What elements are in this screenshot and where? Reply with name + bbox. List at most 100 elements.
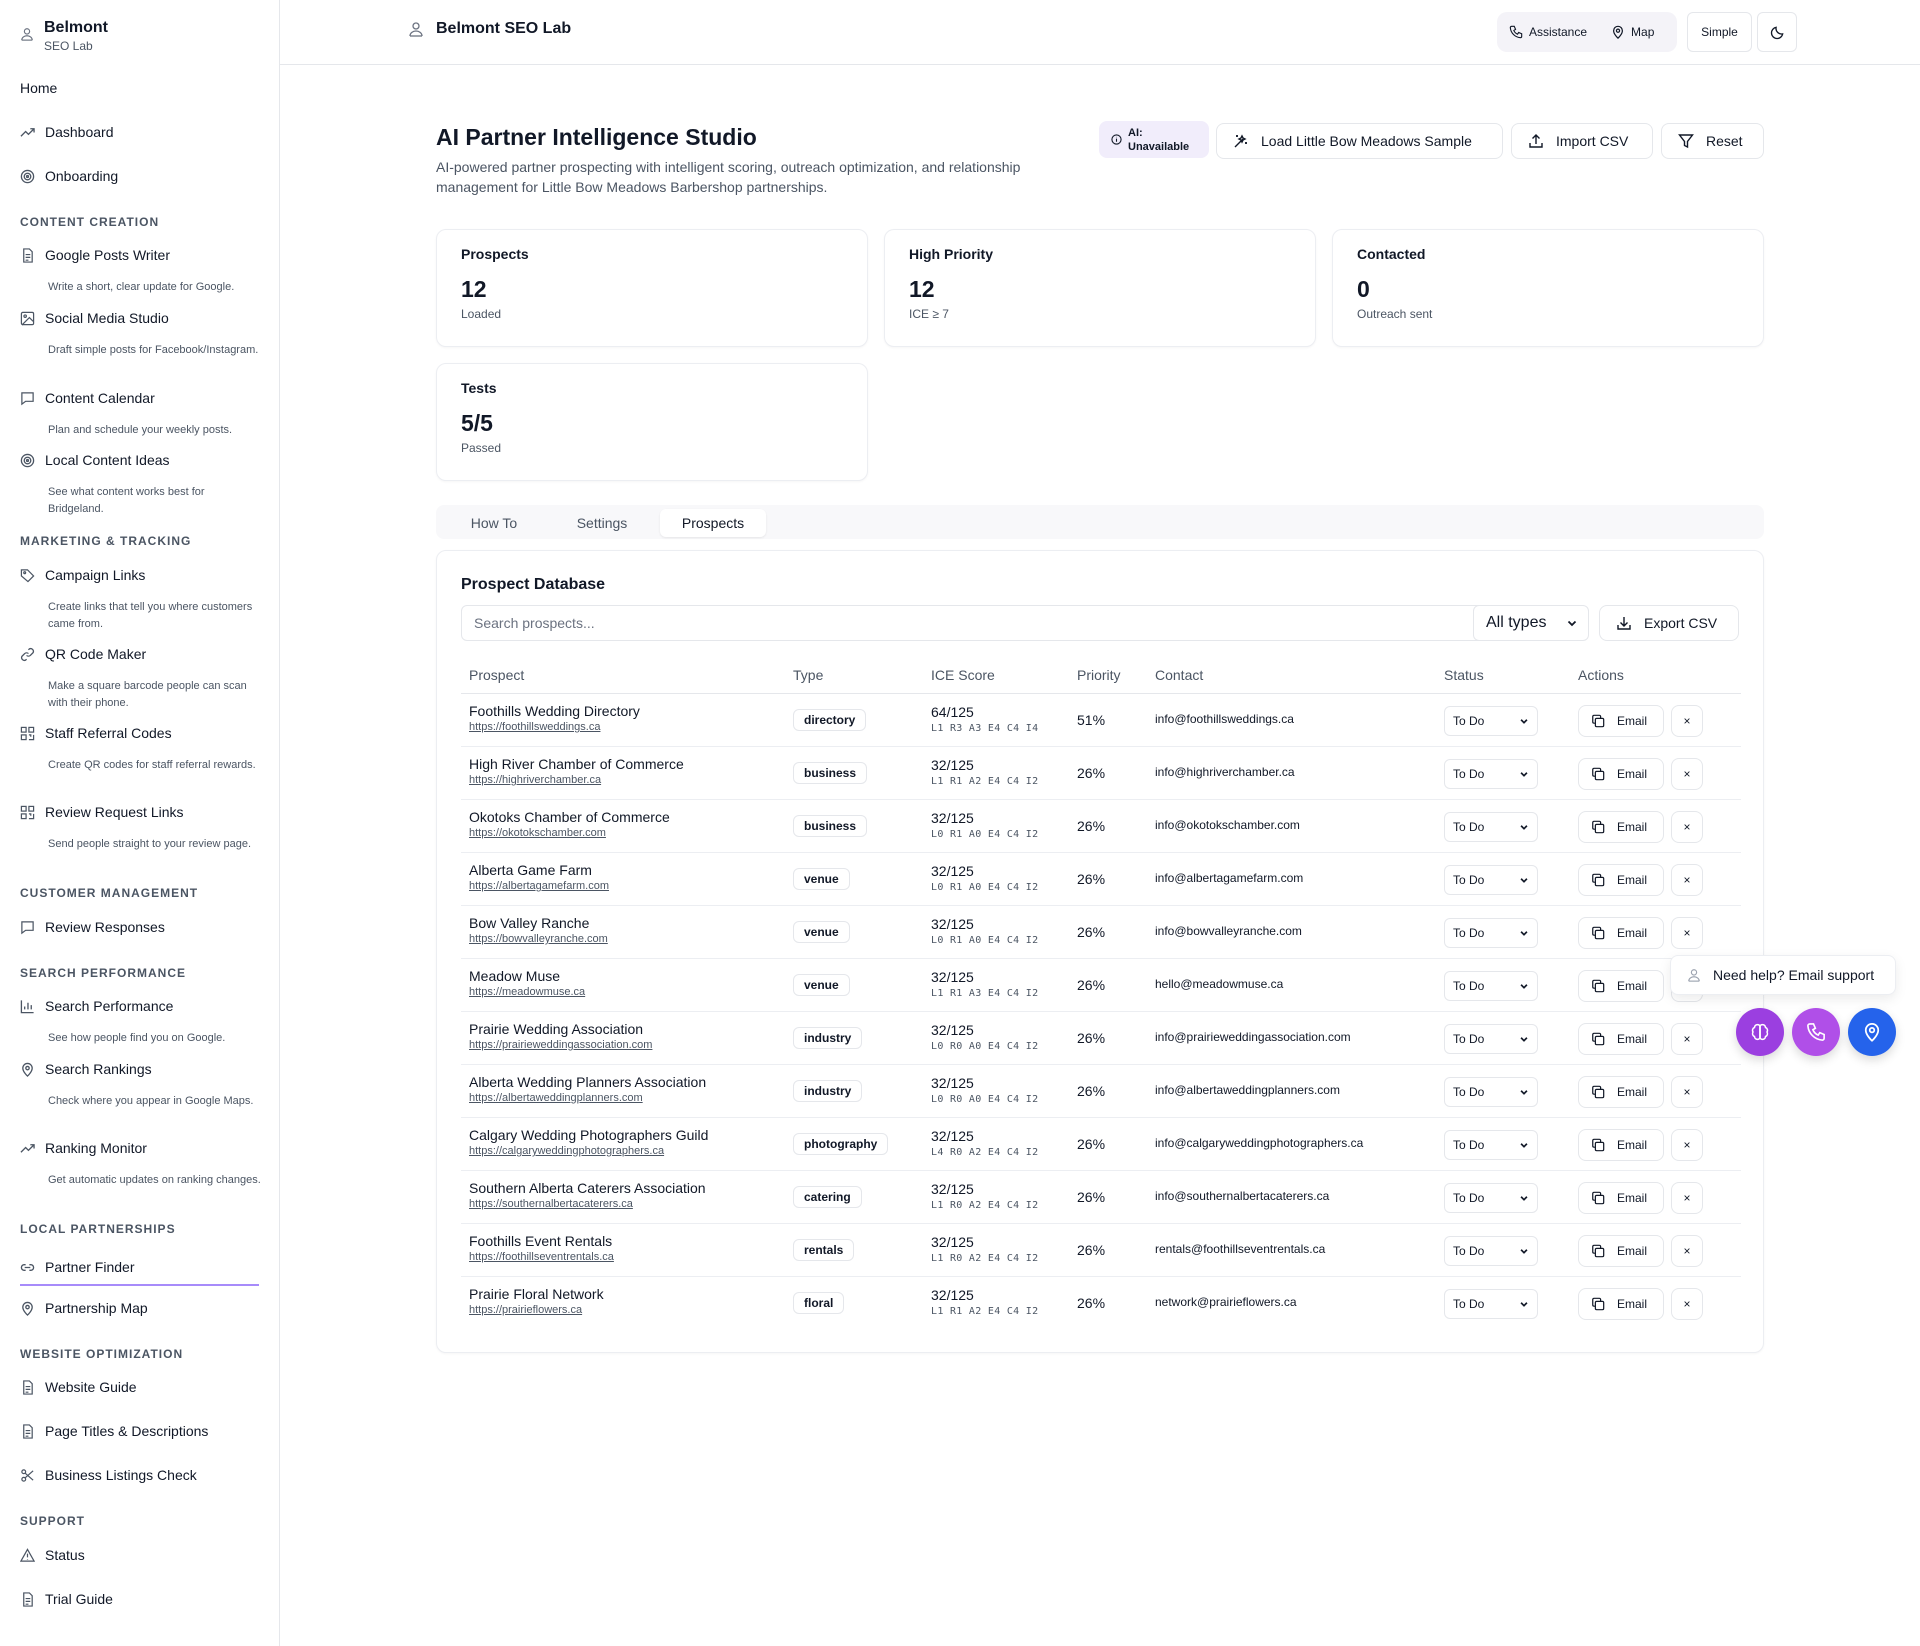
remove-prospect-button[interactable]: × (1671, 1235, 1703, 1267)
prospect-url-link[interactable]: https://southernalbertacaterers.ca (469, 1198, 633, 1210)
remove-prospect-button[interactable]: × (1671, 1288, 1703, 1320)
tab-prospects[interactable]: Prospects (660, 509, 766, 537)
sidebar-item-website-guide[interactable]: Website Guide (20, 1374, 259, 1400)
tab-how-to[interactable]: How To (442, 509, 546, 537)
sidebar-item-business-listings-check[interactable]: Business Listings Check (20, 1462, 259, 1488)
tab-settings[interactable]: Settings (550, 509, 654, 537)
help-tooltip[interactable]: Need help? Email support (1670, 955, 1896, 995)
prospect-url-link[interactable]: https://foothillsweddings.ca (469, 721, 600, 733)
import-csv-button[interactable]: Import CSV (1511, 123, 1653, 159)
sidebar-item-social-media-studio[interactable]: Social Media Studio (20, 305, 259, 331)
prospect-type-badge: venue (793, 974, 850, 996)
status-select[interactable]: To Do (1444, 1024, 1538, 1054)
map-fab[interactable] (1848, 1008, 1896, 1056)
load-sample-button[interactable]: Load Little Bow Meadows Sample (1216, 123, 1503, 159)
sidebar-item-onboarding[interactable]: Onboarding (20, 163, 259, 189)
status-select[interactable]: To Do (1444, 1183, 1538, 1213)
sidebar-item-campaign-links[interactable]: Campaign Links (20, 562, 259, 588)
reset-button[interactable]: Reset (1661, 123, 1764, 159)
email-button[interactable]: Email (1578, 705, 1664, 737)
sidebar-item-staff-referral-codes[interactable]: Staff Referral Codes (20, 720, 259, 746)
status-select[interactable]: To Do (1444, 865, 1538, 895)
sidebar-item-search-performance[interactable]: Search Performance (20, 993, 259, 1019)
map-pin-icon (22, 1301, 33, 1316)
chevron-down-icon (1520, 719, 1528, 724)
email-button[interactable]: Email (1578, 758, 1664, 790)
remove-prospect-button[interactable]: × (1671, 811, 1703, 843)
stat-sub: ICE ≥ 7 (909, 307, 949, 321)
sidebar-item-partnership-map[interactable]: Partnership Map (20, 1295, 259, 1321)
sidebar-item-home[interactable]: Home (20, 75, 259, 101)
prospect-url-link[interactable]: https://okotokschamber.com (469, 827, 606, 839)
status-select[interactable]: To Do (1444, 759, 1538, 789)
email-button[interactable]: Email (1578, 811, 1664, 843)
email-label: Email (1617, 820, 1648, 834)
sidebar-item-review-request-links[interactable]: Review Request Links (20, 799, 259, 825)
prospect-url-link[interactable]: https://prairieflowers.ca (469, 1304, 582, 1316)
sidebar: Belmont SEO Lab Home Dashboard Onboardin… (0, 0, 280, 1646)
prospect-url-link[interactable]: https://calgaryweddingphotographers.ca (469, 1145, 664, 1157)
sidebar-item-qr-code-maker[interactable]: QR Code Maker (20, 641, 259, 667)
status-select[interactable]: To Do (1444, 971, 1538, 1001)
sidebar-item-local-content-ideas[interactable]: Local Content Ideas (20, 447, 259, 473)
remove-prospect-button[interactable]: × (1671, 1076, 1703, 1108)
simple-mode-button[interactable]: Simple (1687, 12, 1752, 52)
type-filter-select[interactable]: All types (1473, 605, 1589, 641)
status-select[interactable]: To Do (1444, 918, 1538, 948)
assistance-button[interactable]: Assistance (1497, 25, 1599, 39)
prospect-url-link[interactable]: https://meadowmuse.ca (469, 986, 585, 998)
email-button[interactable]: Email (1578, 970, 1664, 1002)
theme-toggle-button[interactable] (1757, 12, 1797, 52)
remove-prospect-button[interactable]: × (1671, 1023, 1703, 1055)
email-button[interactable]: Email (1578, 1182, 1664, 1214)
sidebar-item-partner-finder[interactable]: Partner Finder (20, 1250, 259, 1286)
email-button[interactable]: Email (1578, 864, 1664, 896)
status-select[interactable]: To Do (1444, 1077, 1538, 1107)
topbar-brand[interactable]: Belmont SEO Lab (408, 20, 571, 38)
status-select[interactable]: To Do (1444, 1130, 1538, 1160)
email-button[interactable]: Email (1578, 917, 1664, 949)
remove-prospect-button[interactable]: × (1671, 1182, 1703, 1214)
ice-score: 32/125 (931, 1287, 974, 1303)
sidebar-item-desc: Create QR codes for staff referral rewar… (48, 759, 256, 771)
prospect-url-link[interactable]: https://albertagamefarm.com (469, 880, 609, 892)
remove-prospect-button[interactable]: × (1671, 864, 1703, 896)
sidebar-item-review-responses[interactable]: Review Responses (20, 914, 259, 940)
document-icon (23, 247, 33, 263)
table-row: High River Chamber of Commerce https://h… (461, 747, 1741, 800)
sidebar-item-content-calendar[interactable]: Content Calendar (20, 385, 259, 411)
prospect-url-link[interactable]: https://prairieweddingassociation.com (469, 1039, 652, 1051)
export-csv-button[interactable]: Export CSV (1599, 605, 1739, 641)
sidebar-item-desc: Make a square barcode people can scan wi… (48, 680, 247, 709)
email-button[interactable]: Email (1578, 1129, 1664, 1161)
sidebar-item-ranking-monitor[interactable]: Ranking Monitor (20, 1135, 259, 1161)
remove-prospect-button[interactable]: × (1671, 1129, 1703, 1161)
sidebar-item-search-rankings[interactable]: Search Rankings (20, 1056, 259, 1082)
email-button[interactable]: Email (1578, 1023, 1664, 1055)
search-input[interactable] (461, 605, 1501, 641)
status-select[interactable]: To Do (1444, 812, 1538, 842)
remove-prospect-button[interactable]: × (1671, 917, 1703, 949)
email-button[interactable]: Email (1578, 1288, 1664, 1320)
brand[interactable]: Belmont SEO Lab (20, 18, 108, 54)
status-select[interactable]: To Do (1444, 706, 1538, 736)
prospect-url-link[interactable]: https://albertaweddingplanners.com (469, 1092, 643, 1104)
sidebar-item-google-posts-writer[interactable]: Google Posts Writer (20, 242, 259, 268)
prospect-url-link[interactable]: https://bowvalleyranche.com (469, 933, 608, 945)
ai-assistant-fab[interactable] (1736, 1008, 1784, 1056)
prospect-url-link[interactable]: https://highriverchamber.ca (469, 774, 601, 786)
map-button[interactable]: Map (1599, 25, 1666, 39)
remove-prospect-button[interactable]: × (1671, 758, 1703, 790)
status-select[interactable]: To Do (1444, 1236, 1538, 1266)
sidebar-item-label: Ranking Monitor (45, 1140, 147, 1156)
call-fab[interactable] (1792, 1008, 1840, 1056)
sidebar-item-trial-guide[interactable]: Trial Guide (20, 1586, 259, 1612)
status-select[interactable]: To Do (1444, 1289, 1538, 1319)
email-button[interactable]: Email (1578, 1076, 1664, 1108)
sidebar-item-page-titles[interactable]: Page Titles & Descriptions (20, 1418, 259, 1444)
sidebar-item-status[interactable]: Status (20, 1542, 259, 1568)
remove-prospect-button[interactable]: × (1671, 705, 1703, 737)
sidebar-item-dashboard[interactable]: Dashboard (20, 119, 259, 145)
prospect-url-link[interactable]: https://foothillseventrentals.ca (469, 1251, 614, 1263)
email-button[interactable]: Email (1578, 1235, 1664, 1267)
